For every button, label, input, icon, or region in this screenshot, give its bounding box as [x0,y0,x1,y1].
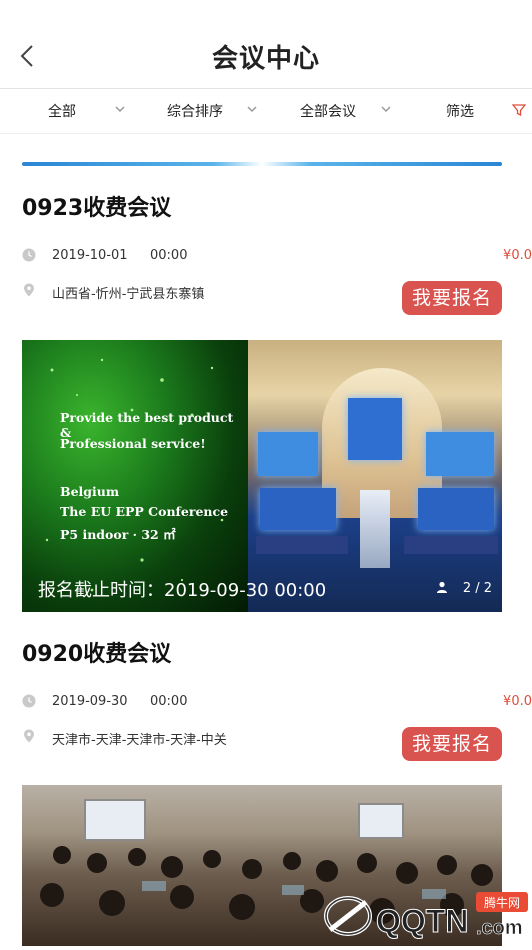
meeting-location: 山西省-忻州-宁武县东寨镇 [52,287,205,302]
location-pin-icon [24,283,34,297]
banner-image-right [248,340,502,612]
chevron-down-icon[interactable] [246,105,258,113]
panel-table-left [256,536,348,554]
meeting-date: 2019-10-01 [52,248,128,263]
meeting-title[interactable]: 0920收费会议 [22,636,171,668]
side-screen-left [258,432,318,476]
chevron-down-icon[interactable] [114,105,126,113]
chevron-down-icon[interactable] [380,105,392,113]
watermark-brand: QQTN [376,903,468,939]
panel-table-right [404,536,498,554]
meeting-location: 天津市-天津-天津市-天津-中关 [52,733,227,748]
filter-meeting-type[interactable]: 全部会议 [300,101,356,121]
lower-screen-left [260,488,336,530]
meeting-date: 2019-09-30 [52,694,128,709]
podium [360,490,390,568]
filter-sort[interactable]: 综合排序 [167,101,223,121]
banner-spec: P5 indoor · 32 ㎡ [60,527,176,542]
signup-button[interactable]: 我要报名 [402,727,502,761]
banner-conference: The EU EPP Conference [60,504,229,519]
watermark-tag: 腾牛网 [484,895,520,910]
meeting-price: ¥0.0 [503,248,532,263]
sparkle-dots [45,358,224,592]
meeting-time: 00:00 [150,694,188,709]
signup-button[interactable]: 我要报名 [402,281,502,315]
meeting-title[interactable]: 0923收费会议 [22,190,171,222]
filter-all[interactable]: 全部 [48,101,76,121]
watermark-suffix: .com [476,917,523,939]
qqtn-logo: QQTN .com 腾牛网 [324,892,528,940]
clock-icon [22,248,36,262]
meeting-banner[interactable]: Provide the best product & Professional … [22,340,502,612]
center-screen [348,398,402,460]
filter-screen[interactable]: 筛选 [446,101,474,121]
side-screen-right [426,432,494,476]
meeting-time: 00:00 [150,248,188,263]
clock-icon [22,694,36,708]
signup-deadline: 报名截止时间：2019-09-30 00:00 [38,580,327,601]
person-icon [437,581,447,593]
section-divider [22,162,502,166]
banner-slogan-2: Professional service! [60,436,206,451]
location-pin-icon [24,729,34,743]
app-header: 会议中心 [0,0,532,88]
banner-country: Belgium [60,484,120,499]
image-pager: 2 / 2 [462,581,492,596]
banner-image-left: Provide the best product & Professional … [22,340,248,612]
filter-bar: 全部 综合排序 全部会议 筛选 [0,88,532,134]
meeting-price: ¥0.0 [503,694,532,709]
site-watermark: QQTN .com 腾牛网 [316,888,532,946]
page-title: 会议中心 [211,44,320,74]
lower-screen-right [418,488,494,530]
funnel-icon[interactable] [512,103,526,117]
